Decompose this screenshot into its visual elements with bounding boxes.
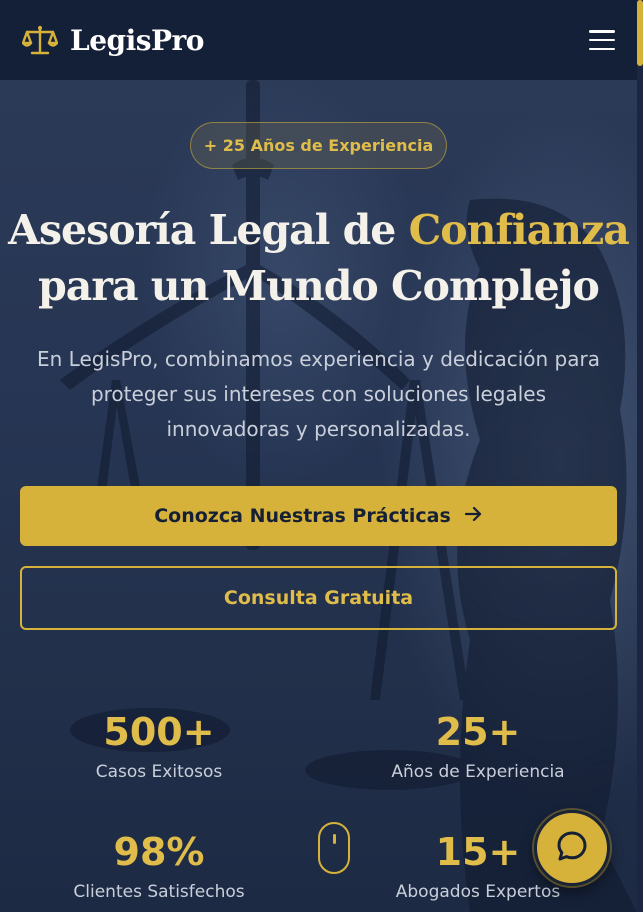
chat-bubble-icon [555, 829, 589, 867]
scrollbar-thumb[interactable] [637, 0, 643, 66]
hero-headline: Asesoría Legal de Confianza para un Mund… [0, 202, 637, 314]
mouse-scroll-icon[interactable] [318, 822, 350, 874]
stat-label: Abogados Expertos [395, 882, 561, 902]
stat-label: Años de Experiencia [391, 762, 565, 782]
stat-years: 25+ Años de Experiencia [358, 710, 598, 782]
stat-value: 98% [113, 830, 205, 874]
brand-logo[interactable]: LegisPro [22, 24, 204, 57]
free-consultation-button[interactable]: Consulta Gratuita [20, 566, 617, 630]
site-header: LegisPro [0, 0, 637, 80]
scales-of-justice-icon [22, 24, 58, 56]
stat-cases: 500+ Casos Exitosos [39, 710, 279, 782]
arrow-right-icon [463, 504, 483, 529]
chat-button[interactable] [534, 810, 610, 886]
headline-part-1: Asesoría Legal de [8, 206, 409, 254]
hero-subtitle: En LegisPro, combinamos experiencia y de… [37, 347, 600, 441]
stat-value: 25+ [435, 710, 521, 754]
stat-label: Casos Exitosos [95, 762, 223, 782]
practices-button[interactable]: Conozca Nuestras Prácticas [20, 486, 617, 546]
headline-accent: Confianza [408, 206, 630, 254]
hamburger-menu-icon[interactable] [589, 29, 615, 51]
practices-button-label: Conozca Nuestras Prácticas [154, 505, 451, 527]
headline-part-2: para un Mundo Complejo [38, 262, 600, 310]
experience-badge: + 25 Años de Experiencia [190, 122, 447, 169]
stat-value: 500+ [103, 710, 215, 754]
hero-section: + 25 Años de Experiencia Asesoría Legal … [0, 80, 637, 912]
scrollbar[interactable] [637, 0, 643, 912]
stat-label: Clientes Satisfechos [73, 882, 245, 902]
stat-clients: 98% Clientes Satisfechos [39, 830, 279, 902]
brand-name: LegisPro [70, 23, 204, 57]
free-consultation-button-label: Consulta Gratuita [223, 587, 414, 609]
